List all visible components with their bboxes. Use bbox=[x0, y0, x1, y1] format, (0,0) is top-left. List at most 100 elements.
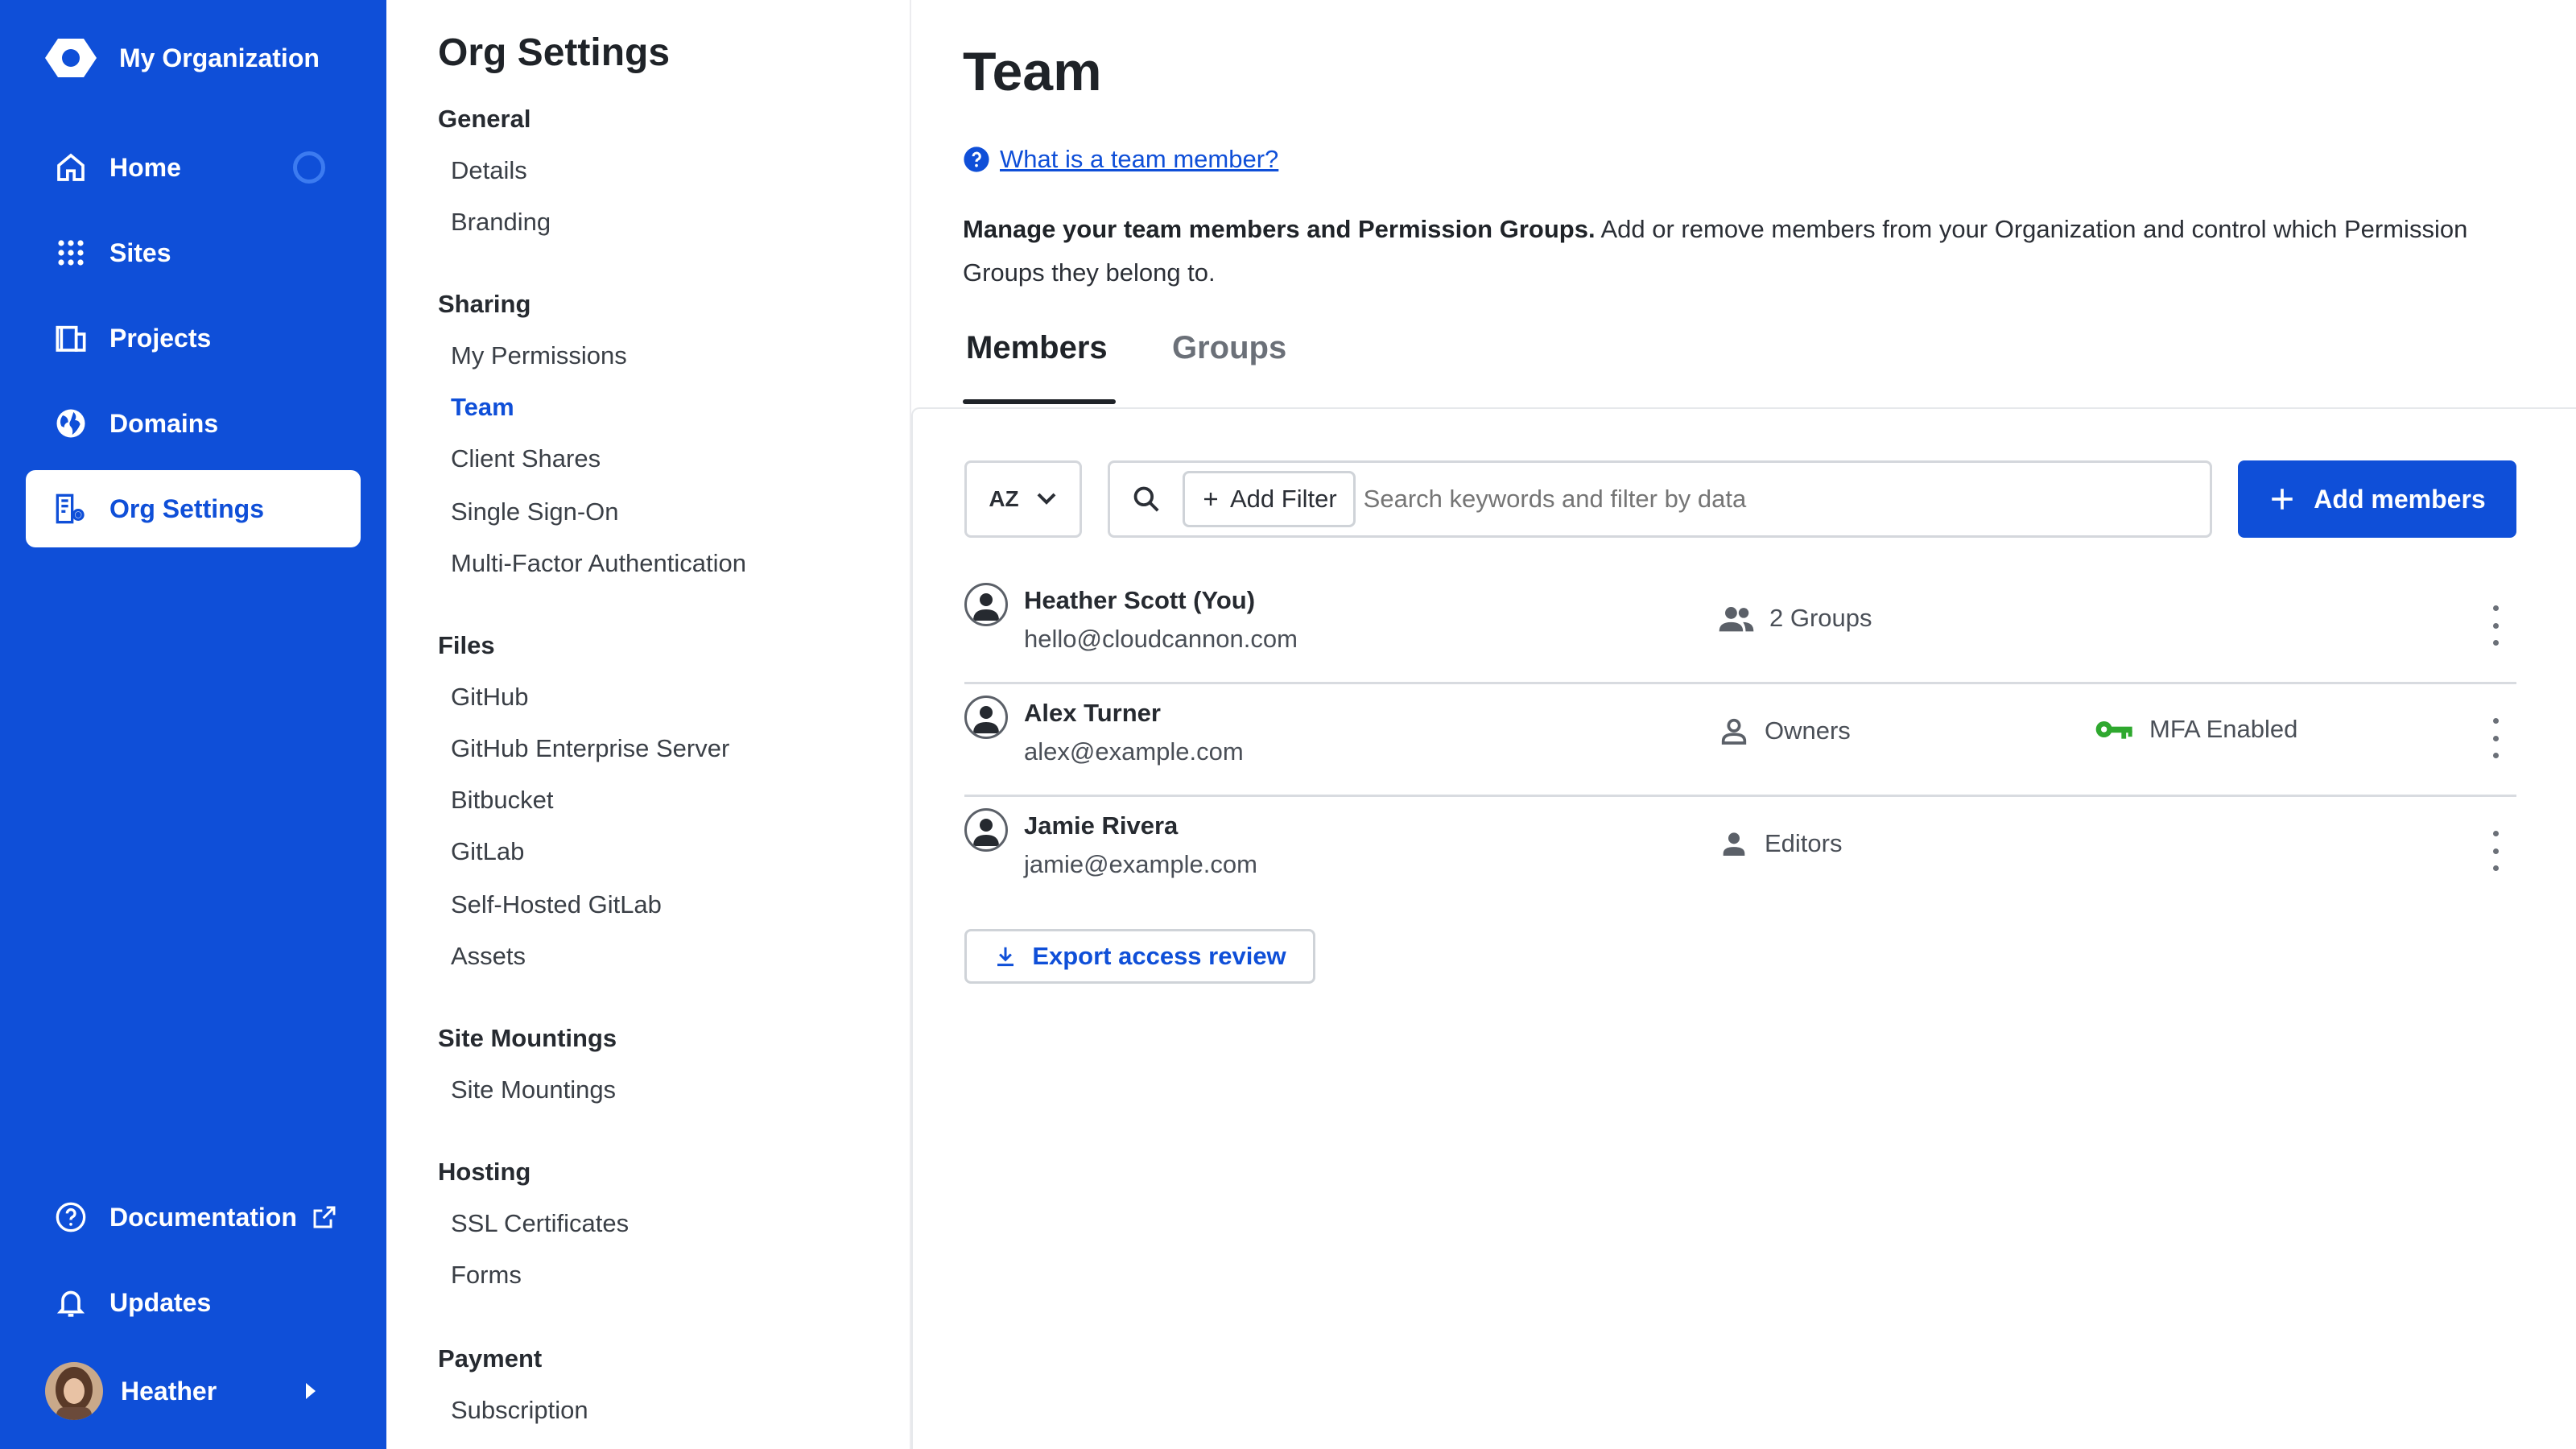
add-filter-button[interactable]: Add Filter bbox=[1183, 471, 1356, 527]
member-group-label: Owners bbox=[1765, 716, 1851, 745]
nav-item-label: Updates bbox=[109, 1287, 212, 1317]
search-icon bbox=[1110, 484, 1183, 514]
loading-indicator-icon bbox=[293, 151, 325, 184]
settings-item-details[interactable]: Details bbox=[451, 156, 527, 185]
member-email: hello@cloudcannon.com bbox=[1024, 625, 1298, 653]
settings-item-subscription[interactable]: Subscription bbox=[451, 1396, 588, 1425]
tab-members[interactable]: Members bbox=[966, 330, 1108, 366]
settings-title: Org Settings bbox=[438, 31, 671, 74]
sort-az-icon: AZ bbox=[989, 486, 1019, 511]
user-menu[interactable]: Heather bbox=[26, 1352, 361, 1430]
nav-item-domains[interactable]: Domains bbox=[26, 385, 361, 462]
settings-item-ssl-certificates[interactable]: SSL Certificates bbox=[451, 1209, 629, 1238]
sort-button[interactable]: AZ bbox=[964, 460, 1082, 538]
member-name: Heather Scott (You) bbox=[1024, 586, 1256, 614]
member-email: alex@example.com bbox=[1024, 737, 1244, 766]
help-link[interactable]: What is a team member? bbox=[1000, 145, 1278, 174]
add-members-button[interactable]: Add members bbox=[2238, 460, 2516, 538]
member-groups[interactable]: Editors bbox=[1718, 828, 1842, 860]
nav-item-projects[interactable]: Projects bbox=[26, 299, 361, 377]
cloudcannon-logo-icon bbox=[45, 39, 97, 77]
member-group-label: 2 Groups bbox=[1769, 604, 1872, 632]
more-options-icon[interactable] bbox=[2486, 831, 2505, 871]
person-outline-icon bbox=[1721, 718, 1747, 745]
more-options-icon[interactable] bbox=[2486, 605, 2505, 646]
projects-icon bbox=[53, 320, 89, 356]
bell-icon bbox=[53, 1285, 89, 1320]
nav-item-updates[interactable]: Updates bbox=[26, 1264, 361, 1341]
settings-item-mfa[interactable]: Multi-Factor Authentication bbox=[451, 549, 746, 578]
nav-item-label: Sites bbox=[109, 237, 171, 267]
nav-item-label: Home bbox=[109, 152, 181, 182]
grid-icon bbox=[53, 235, 89, 270]
page-title: Team bbox=[963, 41, 1102, 102]
key-icon bbox=[2095, 721, 2132, 739]
member-row[interactable]: Alex Turner alex@example.com Owners MFA … bbox=[964, 684, 2516, 797]
member-groups[interactable]: 2 Groups bbox=[1718, 602, 1872, 634]
plus-icon bbox=[1204, 493, 1217, 506]
settings-item-site-mountings[interactable]: Site Mountings bbox=[451, 1075, 616, 1104]
search-bar: Add Filter bbox=[1108, 460, 2212, 538]
export-label: Export access review bbox=[1032, 942, 1286, 970]
members-panel: AZ Add Filter Add members Heather Scott … bbox=[911, 407, 2576, 1449]
settings-item-github-enterprise[interactable]: GitHub Enterprise Server bbox=[451, 734, 729, 763]
settings-item-team[interactable]: Team bbox=[451, 393, 514, 422]
person-filled-icon bbox=[1723, 832, 1745, 856]
member-group-label: Editors bbox=[1765, 829, 1843, 857]
section-heading-files: Files bbox=[438, 631, 495, 659]
member-email: jamie@example.com bbox=[1024, 850, 1257, 878]
user-name: Heather bbox=[121, 1376, 217, 1406]
user-avatar-icon bbox=[964, 583, 1008, 626]
member-row[interactable]: Heather Scott (You) hello@cloudcannon.co… bbox=[964, 572, 2516, 684]
settings-item-branding[interactable]: Branding bbox=[451, 208, 551, 237]
nav-item-home[interactable]: Home bbox=[26, 129, 361, 206]
intro-bold: Manage your team members and Permission … bbox=[963, 215, 1596, 243]
nav-item-sites[interactable]: Sites bbox=[26, 214, 361, 291]
section-heading-payment: Payment bbox=[438, 1344, 543, 1373]
settings-item-assets[interactable]: Assets bbox=[451, 942, 526, 971]
settings-item-my-permissions[interactable]: My Permissions bbox=[451, 341, 627, 370]
export-access-review-button[interactable]: Export access review bbox=[964, 929, 1315, 984]
chevron-down-icon bbox=[1037, 493, 1056, 505]
more-options-icon[interactable] bbox=[2486, 718, 2505, 758]
settings-item-client-shares[interactable]: Client Shares bbox=[451, 444, 601, 473]
nav-item-label: Org Settings bbox=[109, 493, 265, 523]
caret-right-icon bbox=[303, 1381, 319, 1405]
intro-text: Manage your team members and Permission … bbox=[963, 208, 2524, 295]
add-members-label: Add members bbox=[2314, 484, 2486, 514]
member-row[interactable]: Jamie Rivera jamie@example.com Editors bbox=[964, 797, 2516, 910]
section-heading-general: General bbox=[438, 105, 531, 133]
settings-item-self-hosted-gitlab[interactable]: Self-Hosted GitLab bbox=[451, 890, 662, 919]
external-link-icon bbox=[312, 1204, 337, 1230]
nav-item-label: Projects bbox=[109, 323, 212, 353]
add-filter-label: Add Filter bbox=[1230, 485, 1337, 513]
nav-item-documentation[interactable]: Documentation bbox=[26, 1179, 361, 1256]
nav-item-label: Domains bbox=[109, 408, 219, 438]
section-heading-hosting: Hosting bbox=[438, 1158, 531, 1186]
search-input[interactable] bbox=[1363, 485, 2169, 514]
question-icon bbox=[964, 147, 989, 172]
settings-item-bitbucket[interactable]: Bitbucket bbox=[451, 786, 554, 815]
home-icon bbox=[53, 150, 89, 185]
nav-item-org-settings[interactable]: Org Settings bbox=[26, 470, 361, 547]
org-switcher[interactable]: My Organization bbox=[42, 32, 320, 84]
settings-item-single-sign-on[interactable]: Single Sign-On bbox=[451, 497, 619, 526]
nav-item-label: Documentation bbox=[109, 1202, 297, 1232]
settings-item-gitlab[interactable]: GitLab bbox=[451, 837, 524, 866]
tab-groups[interactable]: Groups bbox=[1172, 330, 1286, 366]
member-name: Jamie Rivera bbox=[1024, 811, 1179, 840]
member-name: Alex Turner bbox=[1024, 699, 1161, 727]
member-groups[interactable]: Owners bbox=[1718, 715, 1851, 747]
settings-nav: Org Settings General Details Branding Sh… bbox=[386, 0, 911, 1449]
settings-item-github[interactable]: GitHub bbox=[451, 683, 528, 712]
settings-item-forms[interactable]: Forms bbox=[451, 1261, 522, 1290]
user-avatar-icon bbox=[964, 696, 1008, 739]
main-content: Team What is a team member? Manage your … bbox=[911, 0, 2576, 1449]
globe-icon bbox=[53, 406, 89, 441]
help-circle-icon bbox=[53, 1199, 89, 1235]
section-heading-site-mountings: Site Mountings bbox=[438, 1024, 617, 1052]
user-avatar-icon bbox=[964, 808, 1008, 852]
mfa-status: MFA Enabled bbox=[2095, 715, 2297, 744]
main-nav: My Organization Home Sites Projects Doma… bbox=[0, 0, 386, 1449]
org-settings-icon bbox=[53, 491, 89, 526]
